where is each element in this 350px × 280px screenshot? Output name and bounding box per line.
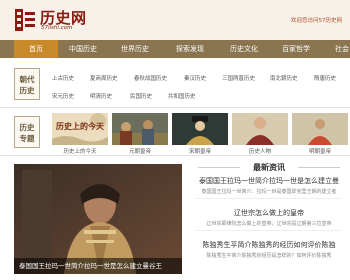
yuan-emperors-image [112, 113, 168, 145]
featured-article[interactable]: 泰国国王拉玛一世简介拉玛一世是怎么建立曼谷王 [14, 164, 182, 274]
nav-item-society[interactable]: 社会 [322, 40, 350, 58]
topic-thumb-yuan[interactable] [112, 113, 168, 145]
link-prc[interactable]: 共和国历史 [168, 92, 196, 100]
dynasty-label: 朝代 历史 [14, 68, 40, 100]
topic-caption-ming[interactable]: 明朝皇帝 [292, 147, 348, 155]
topic-thumb-today[interactable]: 历史上的今天 [52, 113, 108, 145]
site-url: 57lishi.com [41, 25, 73, 31]
topic-caption-today[interactable]: 历史上的今天 [52, 147, 108, 155]
nav-item-discovery[interactable]: 探索发现 [162, 40, 218, 58]
news-summary: 辽世宗耶律阮怎么做上的皇帝，辽世宗是辽朝第三位皇帝 [206, 221, 332, 227]
site-logo[interactable]: 历史网 57lishi.com [14, 6, 114, 34]
site-header: 历史网 57lishi.com 欢迎您访问57历史网 [0, 0, 350, 40]
topic-caption-figures[interactable]: 历史人物 [232, 147, 288, 155]
dynasty-label-line2: 历史 [19, 86, 35, 95]
ming-emperors-image [292, 113, 348, 145]
welcome-text: 欢迎您访问57历史网 [291, 18, 342, 24]
historical-figures-image [232, 113, 288, 145]
news-headline[interactable]: 泰国国王拉玛一世简介拉玛一世是怎么建立曼 [192, 176, 346, 186]
song-emperors-image [172, 113, 228, 145]
news-divider [196, 230, 342, 231]
news-headline[interactable]: 陈独秀生平简介陈独秀的经历如何评价陈独 [192, 240, 346, 250]
nav-item-world-history[interactable]: 世界历史 [108, 40, 162, 58]
link-ancient[interactable]: 上古历史 [52, 74, 74, 82]
topic-thumb-figures[interactable] [232, 113, 288, 145]
nav-item-china-history[interactable]: 中国历史 [58, 40, 108, 58]
today-banner-text: 历史上的今天 [56, 121, 104, 131]
latest-news-title: 最新资讯 [192, 162, 346, 173]
dynasty-label-line1: 朝代 [19, 75, 35, 84]
link-three-kingdoms[interactable]: 三国两晋历史 [222, 74, 255, 82]
news-headline[interactable]: 辽世宗怎么做上的皇帝 [192, 208, 346, 218]
logo-emblem-icon [15, 9, 35, 31]
link-republic[interactable]: 民国历史 [130, 92, 152, 100]
news-summary: 泰国国王拉玛一世简介：拉玛一世是泰国却克里王朝的建立者 [201, 189, 337, 195]
topic-caption-yuan[interactable]: 元朝皇帝 [112, 147, 168, 155]
link-sui-tang[interactable]: 隋唐历史 [314, 74, 336, 82]
link-north-south[interactable]: 南北朝历史 [270, 74, 298, 82]
topic-thumb-song[interactable] [172, 113, 228, 145]
featured-caption: 泰国国王拉玛一世简介拉玛一世是怎么建立曼谷王 [14, 258, 182, 274]
dynasty-section: 朝代 历史 上古历史 夏商周历史 春秋战国历史 秦汉历史 三国两晋历史 南北朝历… [0, 62, 350, 108]
topic-label: 历史 专题 [14, 116, 40, 148]
topic-label-line2: 专题 [19, 134, 35, 143]
link-xia-shang-zhou[interactable]: 夏商周历史 [90, 74, 118, 82]
news-summary: 陈独秀生平简介陈独秀的经历是怎样的？如何评价陈独秀 [206, 253, 332, 259]
nav-item-philosophy[interactable]: 百家哲学 [270, 40, 322, 58]
topic-caption-song[interactable]: 宋朝皇帝 [172, 147, 228, 155]
main-nav: 首页 中国历史 世界历史 探索发现 历史文化 百家哲学 社会 [0, 40, 350, 58]
link-spring-autumn[interactable]: 春秋战国历史 [134, 74, 167, 82]
link-qin-han[interactable]: 秦汉历史 [184, 74, 206, 82]
link-song-yuan[interactable]: 宋元历史 [52, 92, 74, 100]
nav-item-home[interactable]: 首页 [14, 40, 58, 58]
nav-item-culture[interactable]: 历史文化 [218, 40, 270, 58]
topic-label-line1: 历史 [19, 123, 35, 132]
link-ming-qing[interactable]: 明清历史 [90, 92, 112, 100]
topic-thumb-ming[interactable] [292, 113, 348, 145]
news-divider [196, 198, 342, 199]
